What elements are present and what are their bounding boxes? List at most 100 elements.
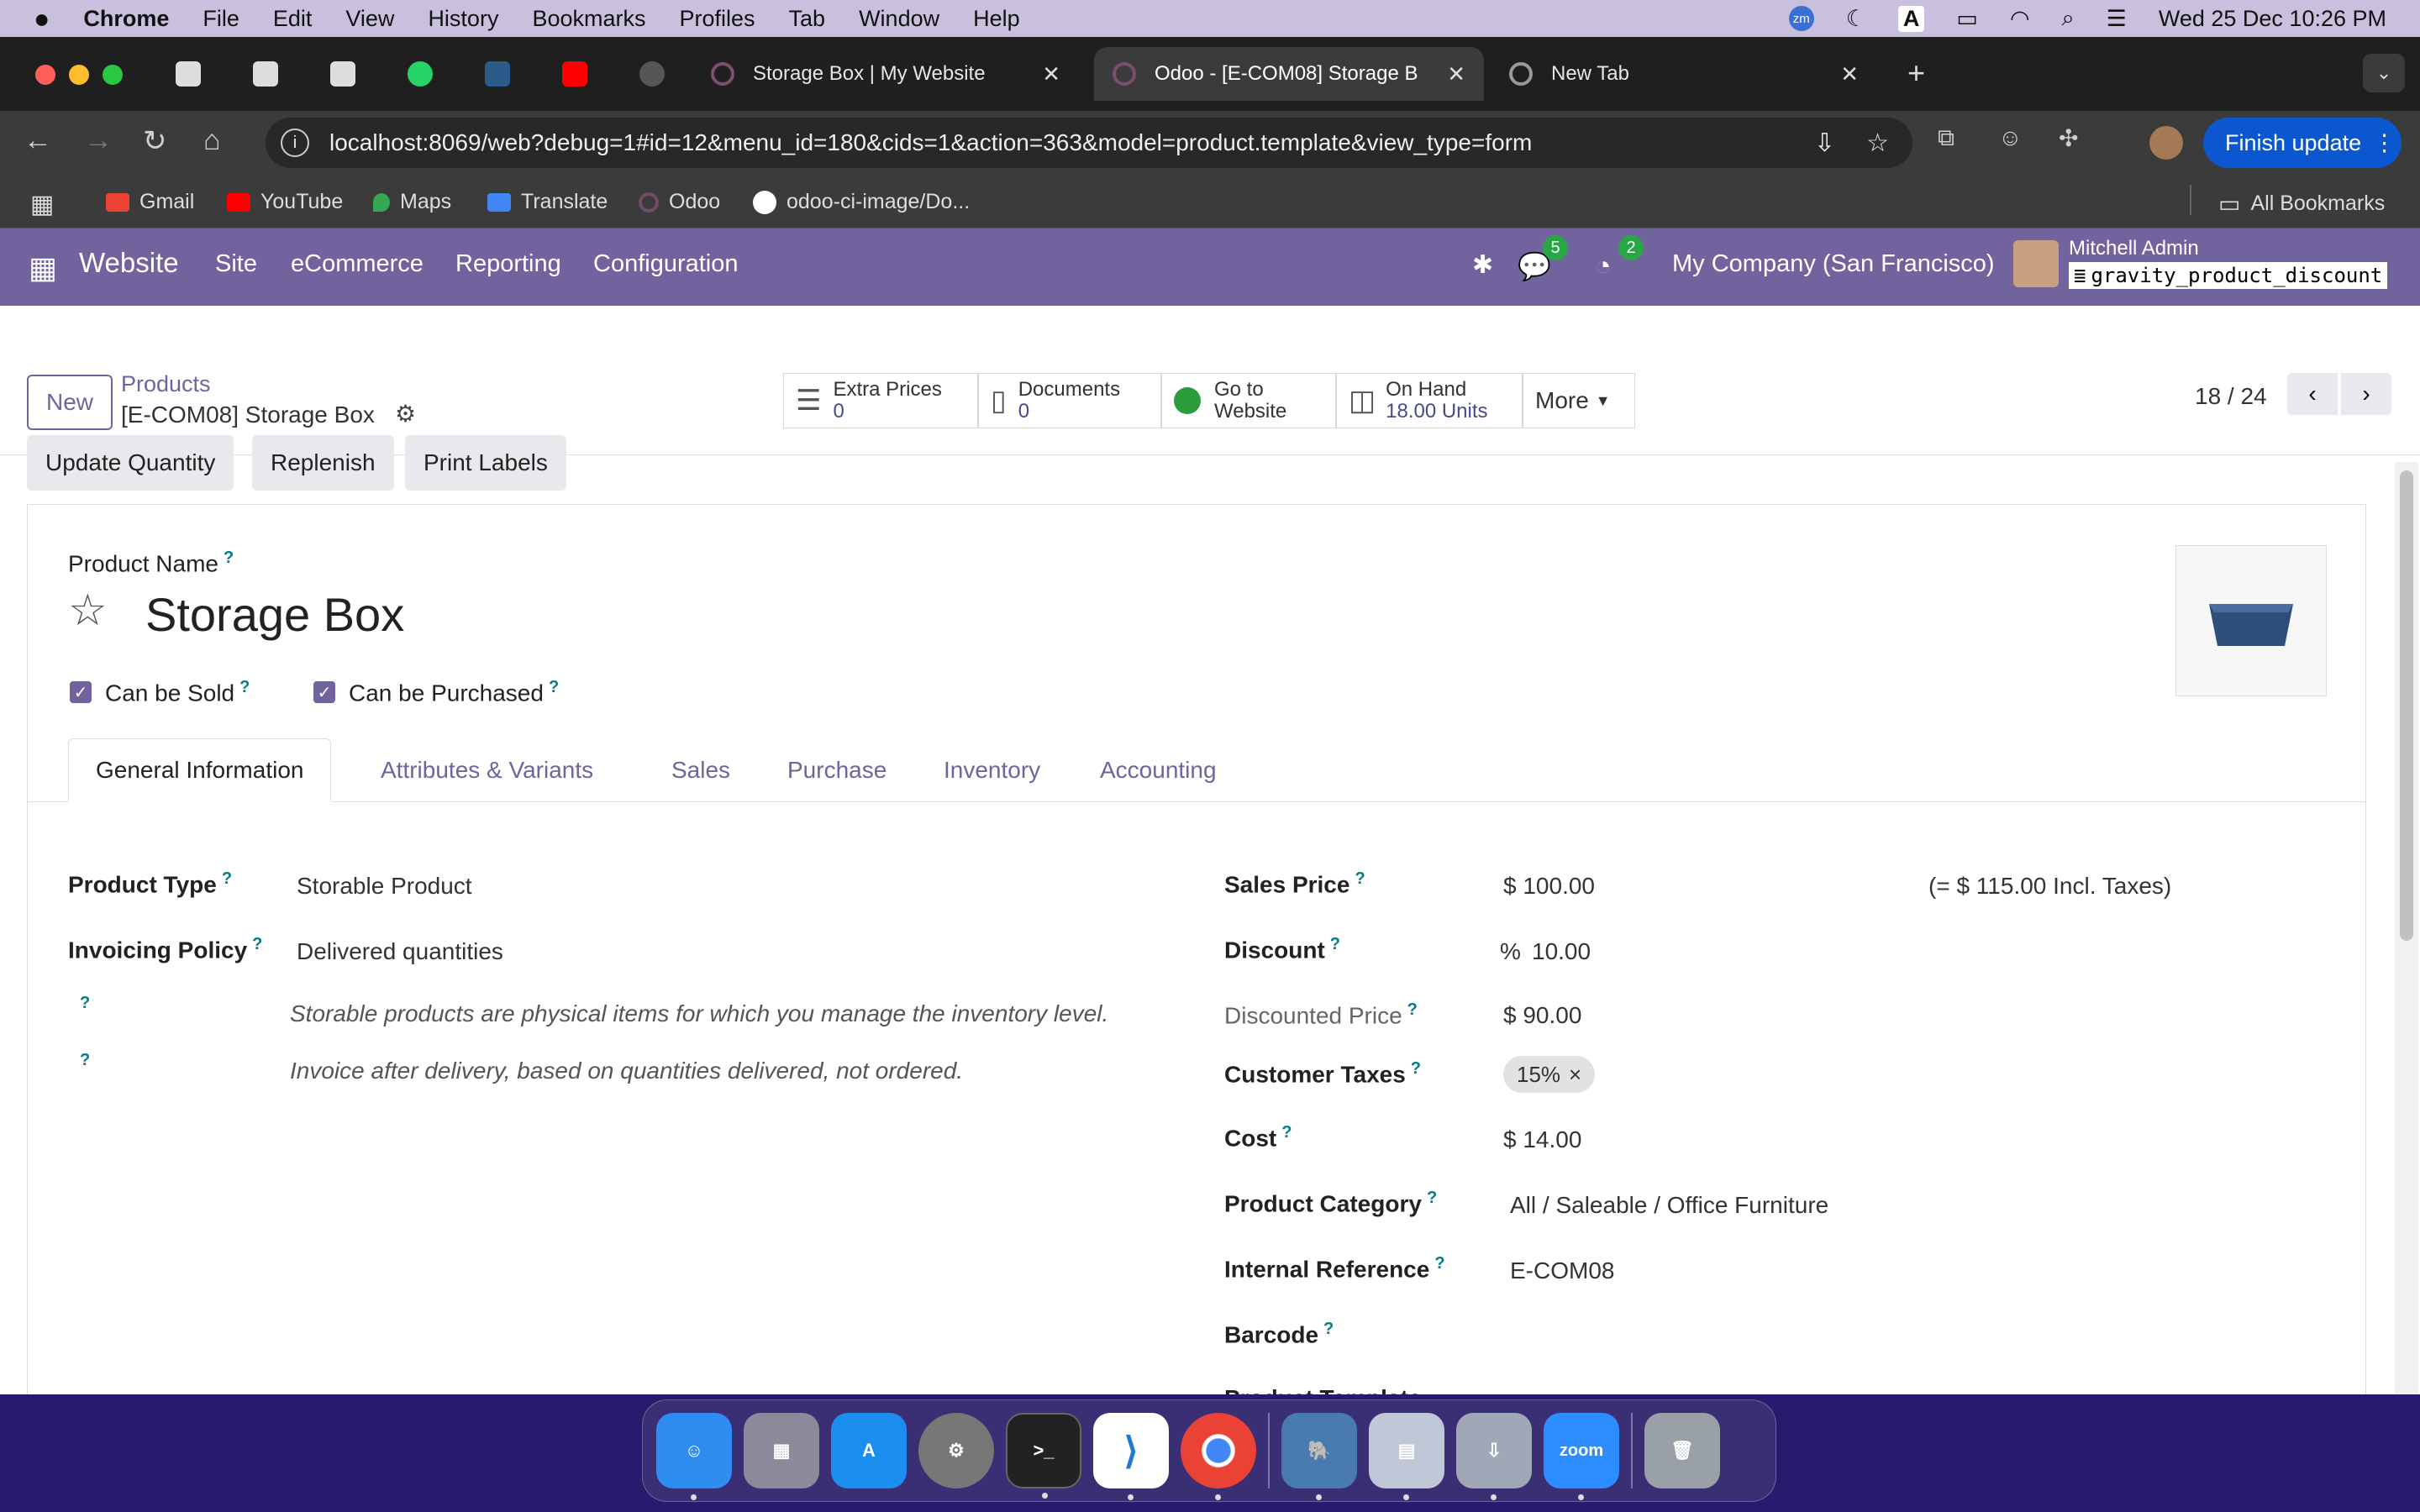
close-tab-icon[interactable]: ✕ [1447,61,1465,87]
menu-app-name[interactable]: Chrome [83,6,169,32]
menu-window[interactable]: Window [859,6,939,32]
discount-input[interactable]: 10.00 [1532,938,1591,965]
tab-inventory[interactable]: Inventory [917,738,1067,802]
internal-reference-input[interactable]: E-COM08 [1510,1257,1614,1284]
help-icon[interactable]: ? [222,869,232,888]
help-icon[interactable]: ? [1407,1000,1418,1019]
menu-edit[interactable]: Edit [273,6,313,32]
forward-icon[interactable]: → [84,124,113,157]
launchpad-icon[interactable]: ▦ [744,1413,819,1488]
pinned-tab-3[interactable] [318,55,368,92]
menu-view[interactable]: View [345,6,394,32]
bookmark-star-icon[interactable]: ☆ [1866,129,1889,158]
trash-icon[interactable]: 🗑 [1644,1413,1720,1488]
tab-accounting[interactable]: Accounting [1073,738,1244,802]
invoicing-policy-select[interactable]: Delivered quantities [297,938,503,965]
cost-input[interactable]: $ 14.00 [1503,1126,1581,1153]
scrollbar-thumb[interactable] [2400,470,2413,941]
menu-bookmarks[interactable]: Bookmarks [532,6,645,32]
go-to-website-button[interactable]: Go to Website [1161,373,1336,428]
chrome-icon[interactable] [1181,1413,1256,1500]
pager-value[interactable]: 18 / 24 [2195,383,2267,410]
system-settings-icon[interactable]: ⚙ [918,1413,994,1488]
monkey-extension-icon[interactable]: ☺ [1998,124,2023,151]
help-icon[interactable]: ? [1330,935,1340,953]
moon-icon[interactable]: ☾ [1846,6,1866,32]
apps-grid-icon[interactable]: ▦ [30,190,54,219]
user-avatar[interactable] [2013,240,2059,287]
scrollbar-track[interactable] [2395,462,2418,1394]
home-icon[interactable]: ⌂ [203,124,221,157]
nav-app-name[interactable]: Website [79,247,179,279]
pinned-tab-2[interactable] [240,55,291,92]
help-icon[interactable]: ? [239,678,250,696]
product-category-select[interactable]: All / Saleable / Office Furniture [1510,1192,1828,1219]
extensions-icon[interactable]: ✣ [2059,124,2078,152]
nav-reporting[interactable]: Reporting [455,250,561,278]
apple-icon[interactable]: ● [34,3,50,34]
bookmark-maps[interactable]: Maps [373,190,451,214]
pinned-tab-youtube[interactable] [550,55,600,92]
app-store-icon[interactable]: A [831,1413,907,1488]
site-info-icon[interactable]: i [281,129,309,157]
vscode-icon[interactable]: ⟩ [1093,1413,1169,1500]
product-type-select[interactable]: Storable Product [297,873,472,900]
minimize-window-icon[interactable] [69,65,89,85]
help-icon[interactable]: ? [80,994,90,1013]
menu-history[interactable]: History [428,6,498,32]
more-button[interactable]: More ▼ [1523,373,1635,428]
back-icon[interactable]: ← [24,124,52,157]
bookmark-youtube[interactable]: YouTube [227,190,343,214]
menu-help[interactable]: Help [973,6,1020,32]
zoom-icon[interactable]: zoom [1544,1413,1619,1500]
pinned-tab-1[interactable] [163,55,213,92]
help-icon[interactable]: ? [1355,869,1365,888]
menubar-clock[interactable]: Wed 25 Dec 10:26 PM [2159,6,2386,32]
menu-file[interactable]: File [203,6,239,32]
tab-attributes-variants[interactable]: Attributes & Variants [354,738,620,802]
debug-bug-icon[interactable]: ✱ [1472,250,1493,280]
breadcrumb-products[interactable]: Products [121,371,211,397]
nav-site[interactable]: Site [215,250,257,278]
nav-ecommerce[interactable]: eCommerce [291,250,424,278]
on-hand-button[interactable]: ◫ On Hand 18.00 Units [1336,373,1523,428]
bookmark-gmail[interactable]: Gmail [106,190,194,214]
help-icon[interactable]: ? [1427,1189,1437,1207]
spotlight-icon[interactable]: ⌕ [2062,5,2075,32]
finish-update-button[interactable]: Finish update ⋮ [2203,118,2402,168]
tab-general-information[interactable]: General Information [68,738,332,802]
barcode-input[interactable] [1510,1315,2014,1352]
terminal-icon[interactable]: >_ [1006,1413,1081,1499]
tab-storage-box-website[interactable]: Storage Box | My Website ✕ [692,47,1079,101]
pinned-tab-whatsapp[interactable] [395,55,445,92]
zoom-status-icon[interactable]: zm [1788,6,1814,31]
help-icon[interactable]: ? [549,678,559,696]
can-be-purchased-checkbox[interactable]: ✓ [313,681,335,703]
favorite-star-icon[interactable]: ☆ [68,585,108,636]
pgadmin-icon[interactable]: 🐘 [1281,1413,1357,1500]
tab-sales[interactable]: Sales [644,738,757,802]
address-bar[interactable]: i localhost:8069/web?debug=1#id=12&menu_… [266,118,1912,168]
user-name[interactable]: Mitchell Admin [2069,237,2199,260]
reload-icon[interactable]: ↻ [143,124,167,158]
activity-clock-icon[interactable]: ◔ [1595,250,1611,281]
install-app-icon[interactable]: ⇩ [1814,129,1835,158]
pager-next-icon[interactable]: › [2341,373,2391,415]
update-quantity-button[interactable]: Update Quantity [27,435,234,491]
wifi-icon[interactable]: ◠ [2010,6,2030,32]
help-icon[interactable]: ? [1434,1254,1444,1273]
pinned-tab-chatgpt[interactable] [627,55,677,92]
remove-tag-icon[interactable]: × [1569,1062,1581,1088]
close-tab-icon[interactable]: ✕ [1042,61,1060,87]
close-window-icon[interactable] [35,65,55,85]
app-menu-grid-icon[interactable]: ▦ [29,250,57,286]
sales-price-input[interactable]: $ 100.00 [1503,873,1595,900]
control-center-icon[interactable]: ☰ [2107,6,2127,32]
menu-tab[interactable]: Tab [789,6,826,32]
print-labels-button[interactable]: Print Labels [405,435,566,491]
profile-avatar[interactable] [2149,126,2183,160]
nav-configuration[interactable]: Configuration [593,250,739,278]
bookmark-translate[interactable]: Translate [487,190,608,214]
help-icon[interactable]: ? [80,1051,90,1070]
preview-icon[interactable]: ▤ [1369,1413,1444,1500]
